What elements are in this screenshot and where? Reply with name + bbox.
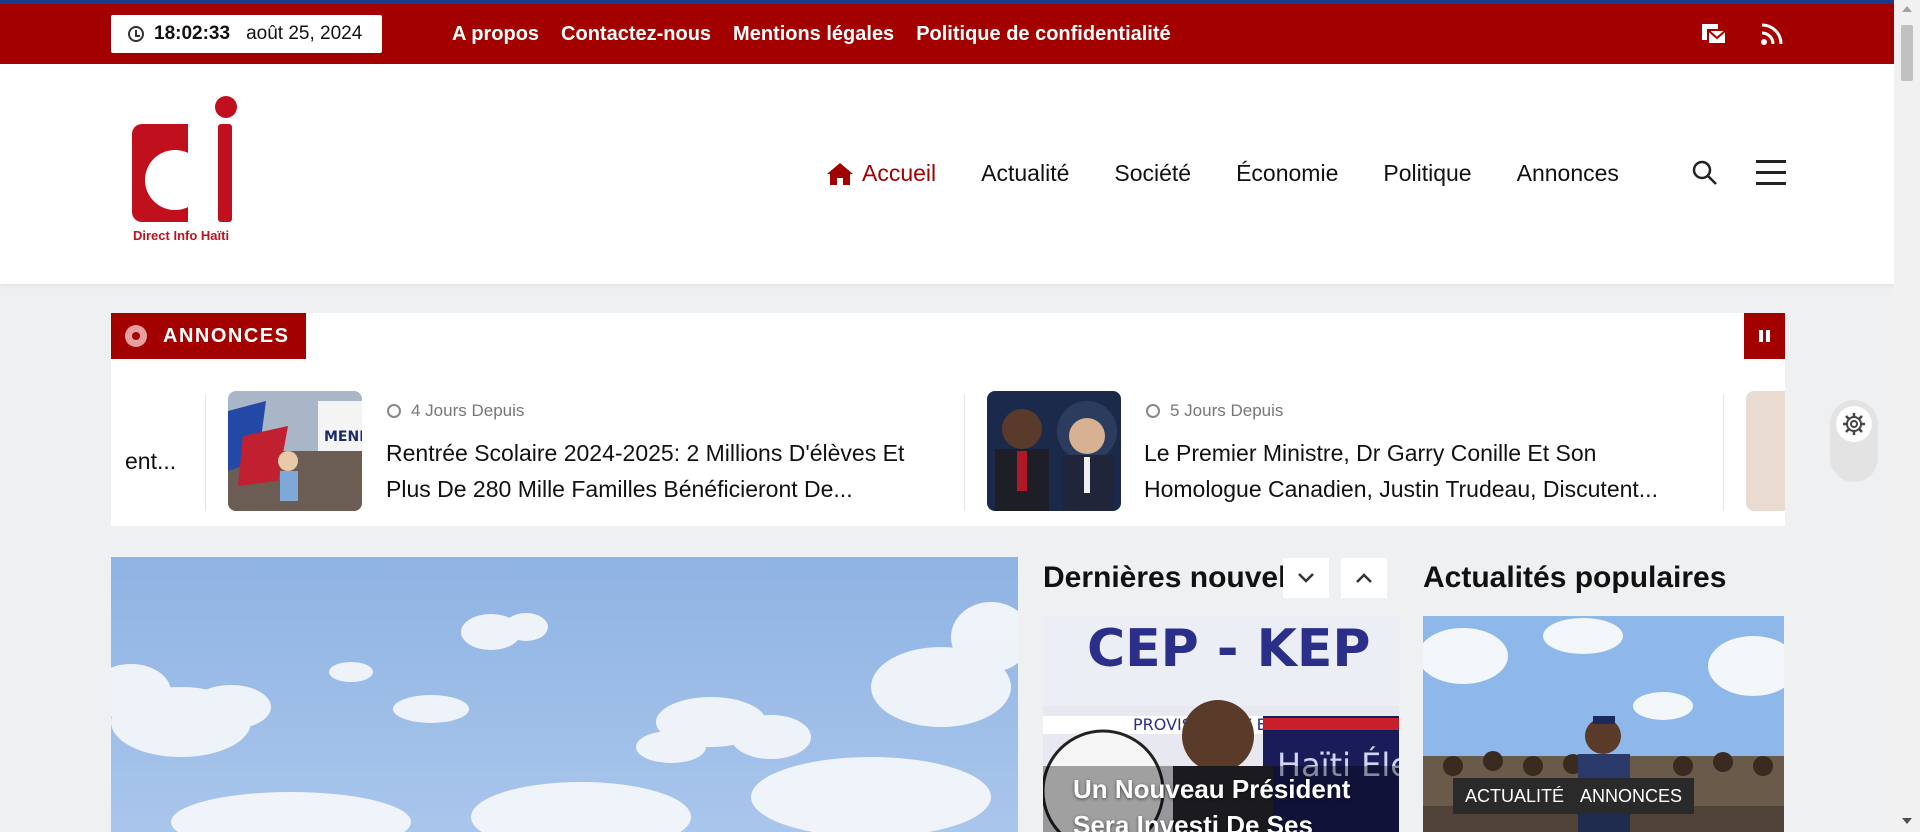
- ticker-thumb-3[interactable]: [1746, 391, 1785, 511]
- latest-news-card[interactable]: CEP - KEP PROVIS ONSEY ELEKTOR Haïti Éle…: [1043, 616, 1399, 832]
- nav-home[interactable]: Accueil: [826, 160, 936, 187]
- ticker-fragment[interactable]: ent...: [125, 391, 215, 479]
- scroll-up-button[interactable]: [1341, 558, 1387, 598]
- newsletter-icon[interactable]: [1700, 22, 1728, 46]
- scrollbar-thumb[interactable]: [1901, 25, 1913, 81]
- hero-image[interactable]: [111, 557, 1018, 832]
- scroll-up-arrow[interactable]: [1902, 6, 1912, 12]
- tag-actualite[interactable]: ACTUALITÉ: [1453, 778, 1577, 814]
- vertical-scrollbar[interactable]: [1894, 0, 1920, 832]
- site-header: Direct Info Haïti Accueil Actualité Soci…: [0, 64, 1894, 284]
- current-time: 18:02:33: [154, 23, 231, 44]
- clock-icon: [1146, 404, 1160, 418]
- ticker-divider: [964, 395, 965, 511]
- ticker-divider: [205, 395, 206, 511]
- nav-societe[interactable]: Société: [1114, 160, 1191, 187]
- ticker-time-1-text: 4 Jours Depuis: [411, 401, 525, 420]
- ticker-divider: [1723, 395, 1724, 511]
- logo-caption: Direct Info Haïti: [133, 228, 230, 243]
- link-privacy[interactable]: Politique de confidentialité: [916, 23, 1170, 46]
- ticker-time-2: 5 Jours Depuis: [1146, 401, 1283, 421]
- link-mentions[interactable]: Mentions légales: [733, 23, 894, 46]
- announcements-ticker: ANNONCES ent... MENF 4 Jours Depuis Rent…: [111, 313, 1785, 526]
- settings-widget[interactable]: [1830, 400, 1878, 482]
- ticker-title-1[interactable]: Rentrée Scolaire 2024-2025: 2 Millions D…: [386, 435, 926, 507]
- top-icons: [1700, 22, 1784, 46]
- latest-news-title: Dernières nouvelles: [1043, 561, 1286, 594]
- chevron-up-icon: [1356, 573, 1372, 583]
- scroll-down-arrow[interactable]: [1902, 818, 1912, 824]
- datetime-box: 18:02:33 août 25, 2024: [111, 15, 382, 53]
- svg-text:CEP - KEP: CEP - KEP: [1087, 619, 1371, 679]
- top-bar: 18:02:33 août 25, 2024 A propos Contacte…: [0, 0, 1894, 64]
- nav-home-label: Accueil: [862, 160, 937, 186]
- link-contact[interactable]: Contactez-nous: [561, 23, 711, 46]
- link-a-propos[interactable]: A propos: [452, 23, 539, 46]
- current-date: août 25, 2024: [246, 23, 363, 44]
- svg-text:MENF: MENF: [324, 429, 362, 445]
- ticker-thumb-1[interactable]: MENF: [228, 391, 362, 511]
- main-nav: Accueil Actualité Société Économie Polit…: [826, 160, 1619, 187]
- pause-button[interactable]: [1744, 313, 1785, 359]
- ticker-thumb-2[interactable]: [987, 391, 1121, 511]
- tag-annonces[interactable]: ANNONCES: [1568, 778, 1695, 814]
- home-icon: [827, 162, 853, 185]
- nav-actualite[interactable]: Actualité: [981, 160, 1069, 187]
- site-logo[interactable]: [130, 94, 242, 244]
- ticker-label-text: ANNONCES: [163, 324, 290, 347]
- record-icon: [125, 325, 147, 347]
- gear-icon: [1843, 413, 1865, 435]
- search-icon[interactable]: [1692, 160, 1718, 186]
- ticker-time-1: 4 Jours Depuis: [387, 401, 524, 421]
- popular-news-title: Actualités populaires: [1423, 561, 1727, 594]
- nav-annonces[interactable]: Annonces: [1517, 160, 1619, 187]
- clock-icon: [128, 26, 144, 42]
- nav-economie[interactable]: Économie: [1236, 160, 1338, 187]
- top-links: A propos Contactez-nous Mentions légales…: [452, 4, 1171, 64]
- ticker-items: ent... MENF 4 Jours Depuis Rentrée Scola…: [111, 391, 1785, 511]
- nav-politique[interactable]: Politique: [1383, 160, 1471, 187]
- chevron-down-icon: [1298, 573, 1314, 583]
- ticker-label: ANNONCES: [111, 313, 306, 359]
- popular-news-card[interactable]: ACTUALITÉ ANNONCES: [1423, 616, 1784, 832]
- menu-icon[interactable]: [1756, 160, 1786, 193]
- scroll-down-button[interactable]: [1283, 558, 1329, 598]
- latest-news-card-title[interactable]: Un Nouveau Président Sera Investi De Ses: [1073, 771, 1383, 832]
- rss-icon[interactable]: [1760, 22, 1784, 46]
- ticker-time-2-text: 5 Jours Depuis: [1170, 401, 1284, 420]
- clock-icon: [387, 404, 401, 418]
- ticker-title-2[interactable]: Le Premier Ministre, Dr Garry Conille Et…: [1144, 435, 1684, 507]
